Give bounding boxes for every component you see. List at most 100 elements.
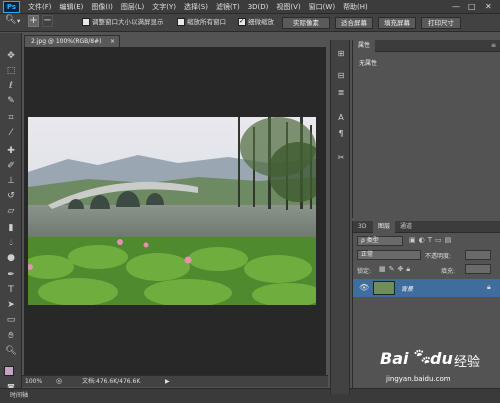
close-window-button[interactable]: ✕ [485, 2, 492, 12]
fit-screen-button[interactable]: 适合屏幕 [335, 17, 373, 29]
layer-filter-select[interactable]: ρ 类型 [357, 236, 403, 246]
menu-image[interactable]: 图像(I) [87, 2, 117, 12]
status-arrow-icon[interactable]: ▶ [165, 376, 170, 387]
history-brush-tool-icon[interactable]: ↺ [4, 191, 18, 202]
tab-3d[interactable]: 3D [353, 221, 371, 233]
shape-tool-icon[interactable]: ▭ [4, 315, 18, 326]
tab-layers[interactable]: 图层 [373, 221, 396, 233]
doc-info: 文档:476.6K/476.6K [82, 378, 141, 385]
close-tab-icon[interactable]: × [110, 36, 115, 47]
foreground-color-swatch[interactable] [4, 366, 14, 376]
path-selection-tool-icon[interactable]: ➤ [4, 300, 18, 311]
properties-panel: 属性 ≡ 无属性 [352, 40, 500, 218]
watermark-url: jingyan.baidu.com [386, 375, 451, 383]
document-tab-title: 2.jpg @ 100%(RGB/8#) [31, 38, 102, 45]
menu-file[interactable]: 文件(F) [24, 2, 56, 12]
menu-3d[interactable]: 3D(D) [244, 2, 273, 12]
tab-properties[interactable]: 属性 [353, 40, 376, 52]
opacity-input[interactable] [465, 250, 491, 260]
tab-channels[interactable]: 通道 [395, 221, 417, 233]
type-tool-icon[interactable]: T [4, 285, 18, 296]
print-size-button[interactable]: 打印尺寸 [421, 17, 461, 29]
brush-tool-icon[interactable]: ✐ [4, 161, 18, 172]
layers-tabs: 3D 图层 通道 [353, 221, 500, 233]
status-bar: 100% ◎ 文档:476.6K/476.6K ▶ [22, 375, 328, 387]
menu-view[interactable]: 视图(V) [272, 2, 304, 12]
zoom-tool-icon[interactable]: 🔍︎ [5, 16, 16, 25]
menu-window[interactable]: 窗口(W) [305, 2, 339, 12]
menu-select[interactable]: 选择(S) [180, 2, 212, 12]
resize-windows-label: 调整窗口大小以满屏显示 [92, 18, 164, 26]
layer-name[interactable]: 背景 [401, 284, 413, 293]
zoom-tool-sidebar-icon[interactable]: 🔍︎ [4, 346, 18, 357]
layer-filter-icons[interactable]: ▣◐T▭▤ [409, 236, 454, 244]
move-tool-icon[interactable]: ✥ [4, 51, 18, 62]
menu-bar: Ps 文件(F) 编辑(E) 图像(I) 图层(L) 文字(Y) 选择(S) 滤… [0, 0, 500, 14]
tool-preset-dropdown-icon[interactable]: ▾ [17, 17, 20, 26]
fill-screen-button[interactable]: 填充屏幕 [378, 17, 416, 29]
resize-windows-checkbox[interactable] [82, 18, 90, 26]
zoom-out-icon[interactable]: − [42, 15, 53, 27]
opacity-label: 不透明度: [425, 253, 452, 260]
lock-label: 锁定: [357, 268, 372, 275]
menu-list: 文件(F) 编辑(E) 图像(I) 图层(L) 文字(Y) 选择(S) 滤镜(T… [24, 2, 372, 12]
tools-panel: ✥ ⬚ ℓ ✎ ⌗ ⁄ ✚ ✐ ⊥ ↺ ▱ ▮ 💧︎ ● ✒ T ➤ ▭ ✋︎ … [0, 33, 22, 393]
layer-lock-icon: 🔒︎ [487, 283, 491, 291]
visibility-eye-icon[interactable]: 👁︎ [359, 283, 369, 292]
layer-row-background[interactable]: 👁︎ 背景 🔒︎ [353, 279, 500, 297]
panel-icon-strip: ⊞ ⊟ ≣ A ¶ ✂ [330, 40, 350, 394]
properties-tabs: 属性 ≡ [353, 40, 500, 52]
zoom-all-windows-label: 缩放所有窗口 [187, 18, 226, 26]
hand-tool-icon[interactable]: ✋︎ [4, 331, 18, 342]
options-bar: 🔍︎ ▾ + − 调整窗口大小以满屏显示 缩放所有窗口 细微缩放 实际像素 适合… [0, 14, 500, 32]
timeline-panel[interactable]: 时间轴 [0, 388, 500, 403]
menu-layer[interactable]: 图层(L) [117, 2, 148, 12]
lasso-tool-icon[interactable]: ℓ [4, 81, 18, 92]
menu-filter[interactable]: 滤镜(T) [212, 2, 244, 12]
marquee-tool-icon[interactable]: ⬚ [4, 66, 18, 77]
healing-brush-tool-icon[interactable]: ✚ [4, 146, 18, 157]
history-panel-icon[interactable]: ⊞ [335, 48, 347, 59]
watermark-brand: Bai [380, 349, 409, 368]
paragraph-panel-icon[interactable]: ¶ [335, 128, 347, 139]
actual-pixels-button[interactable]: 实际像素 [282, 17, 330, 29]
blur-tool-icon[interactable]: 💧︎ [4, 238, 18, 249]
zoom-all-windows-checkbox[interactable] [177, 18, 185, 26]
timeline-label[interactable]: 时间轴 [10, 389, 28, 403]
quick-select-tool-icon[interactable]: ✎ [4, 96, 18, 107]
document-tab[interactable]: 2.jpg @ 100%(RGB/8#) × [24, 35, 120, 47]
info-panel-icon[interactable]: ≣ [335, 87, 347, 98]
watermark-brand-suffix: du [430, 349, 453, 368]
gradient-tool-icon[interactable]: ▮ [4, 223, 18, 234]
photoshop-logo: Ps [3, 1, 20, 13]
panel-menu-icon[interactable]: ≡ [486, 40, 500, 52]
pen-tool-icon[interactable]: ✒ [4, 270, 18, 281]
adjust-panel-icon[interactable]: ⊟ [335, 70, 347, 81]
zoom-in-icon[interactable]: + [28, 15, 39, 27]
crop-tool-icon[interactable]: ⌗ [4, 113, 18, 124]
minimize-button[interactable]: — [452, 2, 460, 12]
document-image[interactable] [28, 117, 316, 305]
menu-edit[interactable]: 编辑(E) [56, 2, 88, 12]
watermark-brand-cn: 经验 [454, 355, 481, 370]
menu-help[interactable]: 帮助(H) [339, 2, 372, 12]
menu-type[interactable]: 文字(Y) [148, 2, 180, 12]
restore-button[interactable]: □ [468, 2, 476, 12]
dodge-tool-icon[interactable]: ● [4, 253, 18, 264]
status-menu-icon[interactable]: ◎ [56, 376, 62, 387]
watermark: Bai 🐾︎ du 经验 jingyan.baidu.com [380, 345, 498, 387]
character-panel-icon[interactable]: A [335, 112, 347, 123]
blend-mode-select[interactable]: 正常 [357, 250, 421, 260]
clone-stamp-tool-icon[interactable]: ⊥ [4, 176, 18, 187]
eyedropper-tool-icon[interactable]: ⁄ [4, 128, 18, 139]
fill-input[interactable] [465, 264, 491, 274]
eraser-tool-icon[interactable]: ▱ [4, 206, 18, 217]
layer-thumbnail [373, 281, 395, 295]
zoom-level[interactable]: 100% [25, 376, 42, 387]
properties-content: 无属性 [359, 60, 378, 67]
scrubby-zoom-checkbox[interactable] [238, 17, 246, 26]
scrubby-zoom-label: 细微缩放 [248, 18, 274, 26]
lock-icons[interactable]: ▦✎✥🔒︎ [379, 265, 413, 274]
fill-label: 填充: [441, 268, 456, 275]
tools-preset-icon[interactable]: ✂ [335, 152, 347, 163]
